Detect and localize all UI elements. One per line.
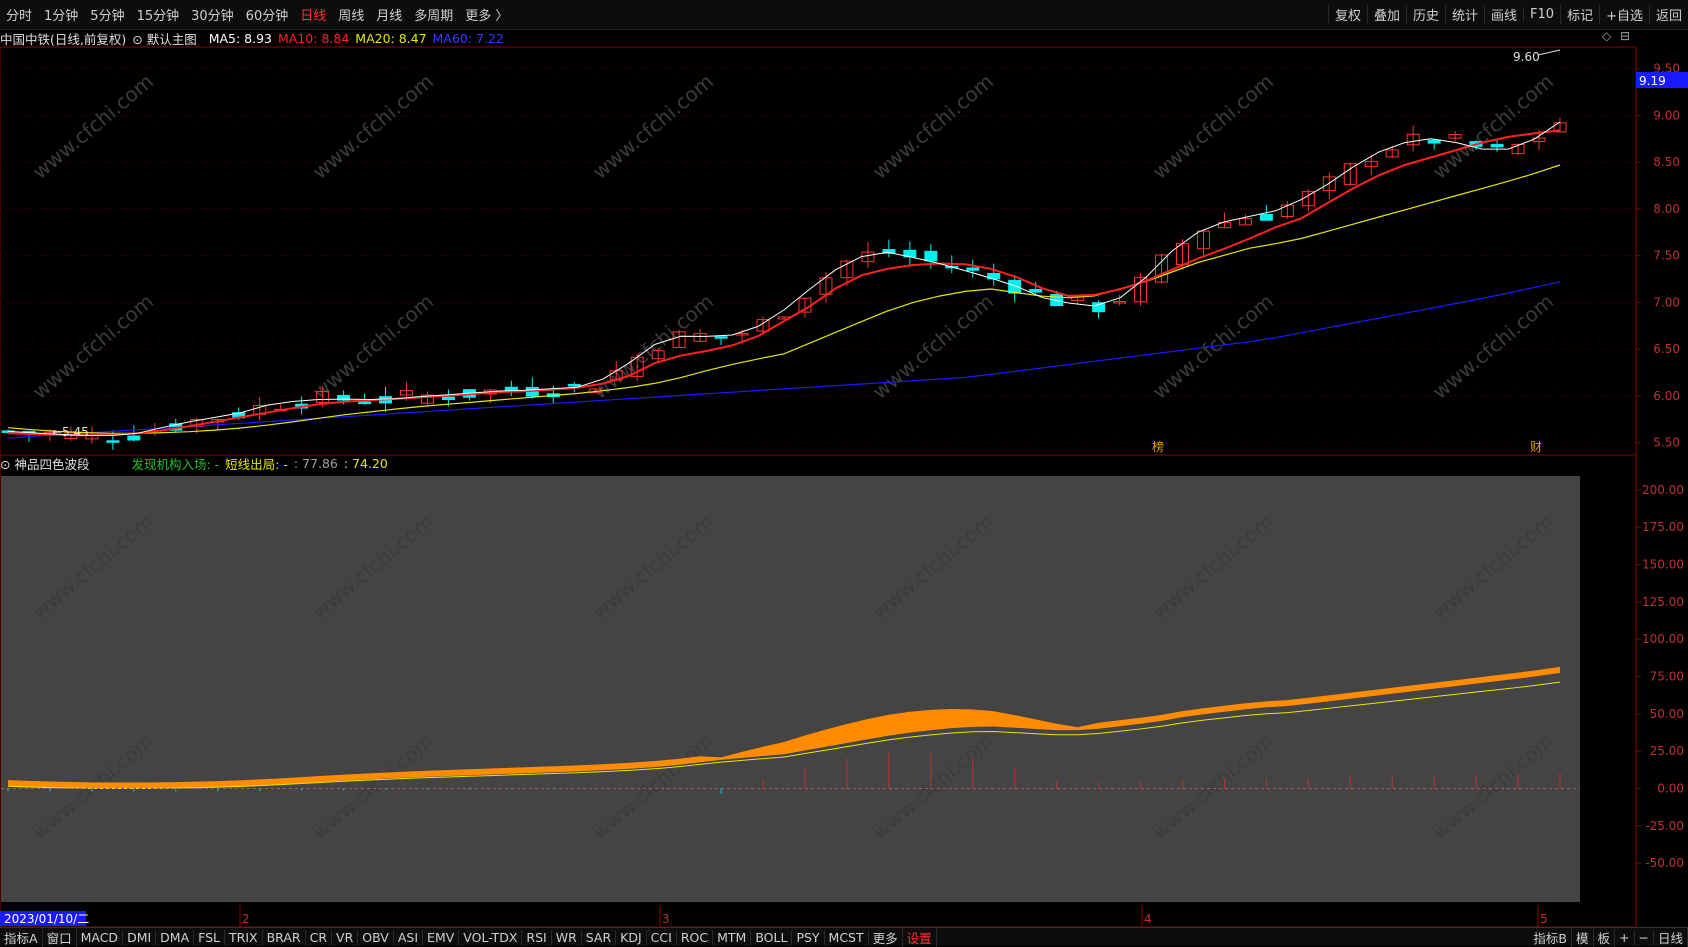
watermark-2: www.cfchi.com — [588, 69, 718, 184]
current-price-value: 9.19 — [1639, 74, 1666, 88]
sub-y-tick-label-2: 150.00 — [1642, 558, 1684, 572]
candle-body-5 — [106, 440, 120, 443]
sub-y-tick-label-3: 125.00 — [1642, 595, 1684, 609]
sub-y-tick-label-8: 0.00 — [1657, 782, 1684, 796]
candle-body-6 — [127, 435, 141, 441]
indicator-tab-18[interactable]: CCI — [647, 929, 677, 945]
indicator-tab-7[interactable]: BRAR — [263, 929, 306, 945]
main-chart-frame — [0, 46, 1637, 456]
indicator-tab-25[interactable]: 设置 — [903, 927, 937, 947]
candle-body-21 — [441, 396, 455, 401]
indicator-tab-4[interactable]: DMA — [156, 929, 195, 945]
candle-body-17 — [358, 401, 372, 405]
main-y-tick-label-2: 8.50 — [1653, 155, 1680, 169]
chart-canvas[interactable]: 9.509.008.508.007.507.006.506.005.50200.… — [0, 0, 1688, 945]
indicator-tab-1[interactable]: 窗口 — [43, 927, 77, 947]
date-label-2: 3 — [662, 912, 670, 926]
date-label-0: 2023/01/10/二 — [4, 912, 89, 926]
indicator-tab-15[interactable]: WR — [552, 929, 582, 945]
indicator-tab-16[interactable]: SAR — [582, 929, 617, 945]
bottom-control-2[interactable]: 板 — [1594, 927, 1616, 947]
low-price-label: ←5.45 — [52, 425, 89, 439]
main-y-tick-label-3: 8.00 — [1653, 202, 1680, 216]
main-y-tick-label-5: 7.00 — [1653, 295, 1680, 309]
indicator-tab-5[interactable]: FSL — [194, 929, 226, 945]
indicator-tab-20[interactable]: MTM — [713, 929, 752, 945]
bottom-control-1[interactable]: 模 — [1572, 927, 1594, 947]
indicator-tab-8[interactable]: CR — [306, 929, 333, 945]
candle-body-44 — [924, 250, 938, 262]
main-y-tick-label-1: 9.00 — [1653, 108, 1680, 122]
indicator-tab-10[interactable]: OBV — [358, 929, 394, 945]
date-label-3: 4 — [1144, 912, 1152, 926]
candle-body-60 — [1259, 213, 1273, 221]
indicator-tab-6[interactable]: TRIX — [225, 929, 263, 945]
watermark-9: www.cfchi.com — [868, 289, 998, 404]
bottom-control-4[interactable]: − — [1635, 929, 1654, 945]
candle-body-71 — [1490, 144, 1504, 148]
sub-y-tick-label-5: 75.00 — [1650, 670, 1684, 684]
indicator-tab-19[interactable]: ROC — [677, 929, 714, 945]
sub-y-tick-label-7: 25.00 — [1650, 744, 1684, 758]
candle-body-27 — [567, 384, 581, 387]
window-icon: ⊟ — [1620, 29, 1630, 43]
indicator-tab-21[interactable]: BOLL — [751, 929, 793, 945]
indicator-tab-13[interactable]: VOL-TDX — [459, 929, 523, 945]
event-mark-0: 榜 — [1152, 439, 1164, 454]
indicator-tab-12[interactable]: EMV — [423, 929, 460, 945]
main-y-tick-label-6: 6.50 — [1653, 342, 1680, 356]
candle-body-68 — [1427, 139, 1441, 144]
sub-y-tick-label-6: 50.00 — [1650, 707, 1684, 721]
watermark-0: www.cfchi.com — [28, 69, 158, 184]
high-price-arrow — [1537, 49, 1561, 56]
bottom-control-3[interactable]: + — [1615, 929, 1635, 945]
indicator-tab-14[interactable]: RSI — [522, 929, 552, 945]
bottom-control-0[interactable]: 指标B — [1529, 927, 1572, 947]
indicator-tab-23[interactable]: MCST — [825, 929, 869, 945]
watermark-3: www.cfchi.com — [868, 69, 998, 184]
indicator-tab-bar: 指标A 窗口 MACD DMI DMA FSL TRIX BRAR CR VR OBV ASI EMV V… — [0, 927, 1688, 947]
bottom-right-controls: 指标B 模板 + − 日线 — [1529, 927, 1688, 947]
candle-body-34 — [714, 336, 728, 339]
watermark-7: www.cfchi.com — [308, 289, 438, 404]
watermark-6: www.cfchi.com — [28, 289, 158, 404]
date-label-1: 2 — [242, 912, 250, 926]
indicator-tab-17[interactable]: KDJ — [616, 929, 647, 945]
indicator-tab-24[interactable]: 更多 — [869, 927, 903, 947]
sub-y-tick-label-1: 175.00 — [1642, 520, 1684, 534]
watermark-5: www.cfchi.com — [1428, 69, 1558, 184]
indicator-tab-3[interactable]: DMI — [123, 929, 157, 945]
watermark-11: www.cfchi.com — [1428, 289, 1558, 404]
main-y-tick-label-4: 7.50 — [1653, 249, 1680, 263]
candle-body-46 — [966, 267, 980, 271]
indicator-tab-9[interactable]: VR — [332, 929, 359, 945]
sub-y-tick-label-4: 100.00 — [1642, 632, 1684, 646]
indicator-tab-0[interactable]: 指标A — [0, 927, 43, 947]
ma20-line — [7, 164, 1561, 434]
date-label-4: 5 — [1540, 912, 1548, 926]
candle-body-52 — [1092, 302, 1106, 313]
sub-chart-background — [1, 476, 1580, 902]
bottom-control-5[interactable]: 日线 — [1654, 927, 1688, 947]
main-y-tick-label-7: 6.00 — [1653, 389, 1680, 403]
sub-y-tick-label-0: 200.00 — [1642, 483, 1684, 497]
watermark-1: www.cfchi.com — [308, 69, 438, 184]
indicator-tab-11[interactable]: ASI — [394, 929, 424, 945]
indicator-tab-2[interactable]: MACD — [77, 929, 124, 945]
sub-y-tick-label-9: -25.00 — [1645, 819, 1684, 833]
high-price-label: 9.60 — [1513, 50, 1540, 64]
watermark-8: www.cfchi.com — [588, 289, 718, 404]
watermark-4: www.cfchi.com — [1148, 69, 1278, 184]
event-mark-1: 财 — [1530, 440, 1542, 454]
diamond-icon: ◇ — [1602, 29, 1612, 43]
candle-body-49 — [1029, 288, 1043, 293]
sub-y-tick-label-10: -50.00 — [1645, 856, 1684, 870]
indicator-tab-22[interactable]: PSY — [792, 929, 825, 945]
main-y-tick-label-8: 5.50 — [1653, 436, 1680, 450]
